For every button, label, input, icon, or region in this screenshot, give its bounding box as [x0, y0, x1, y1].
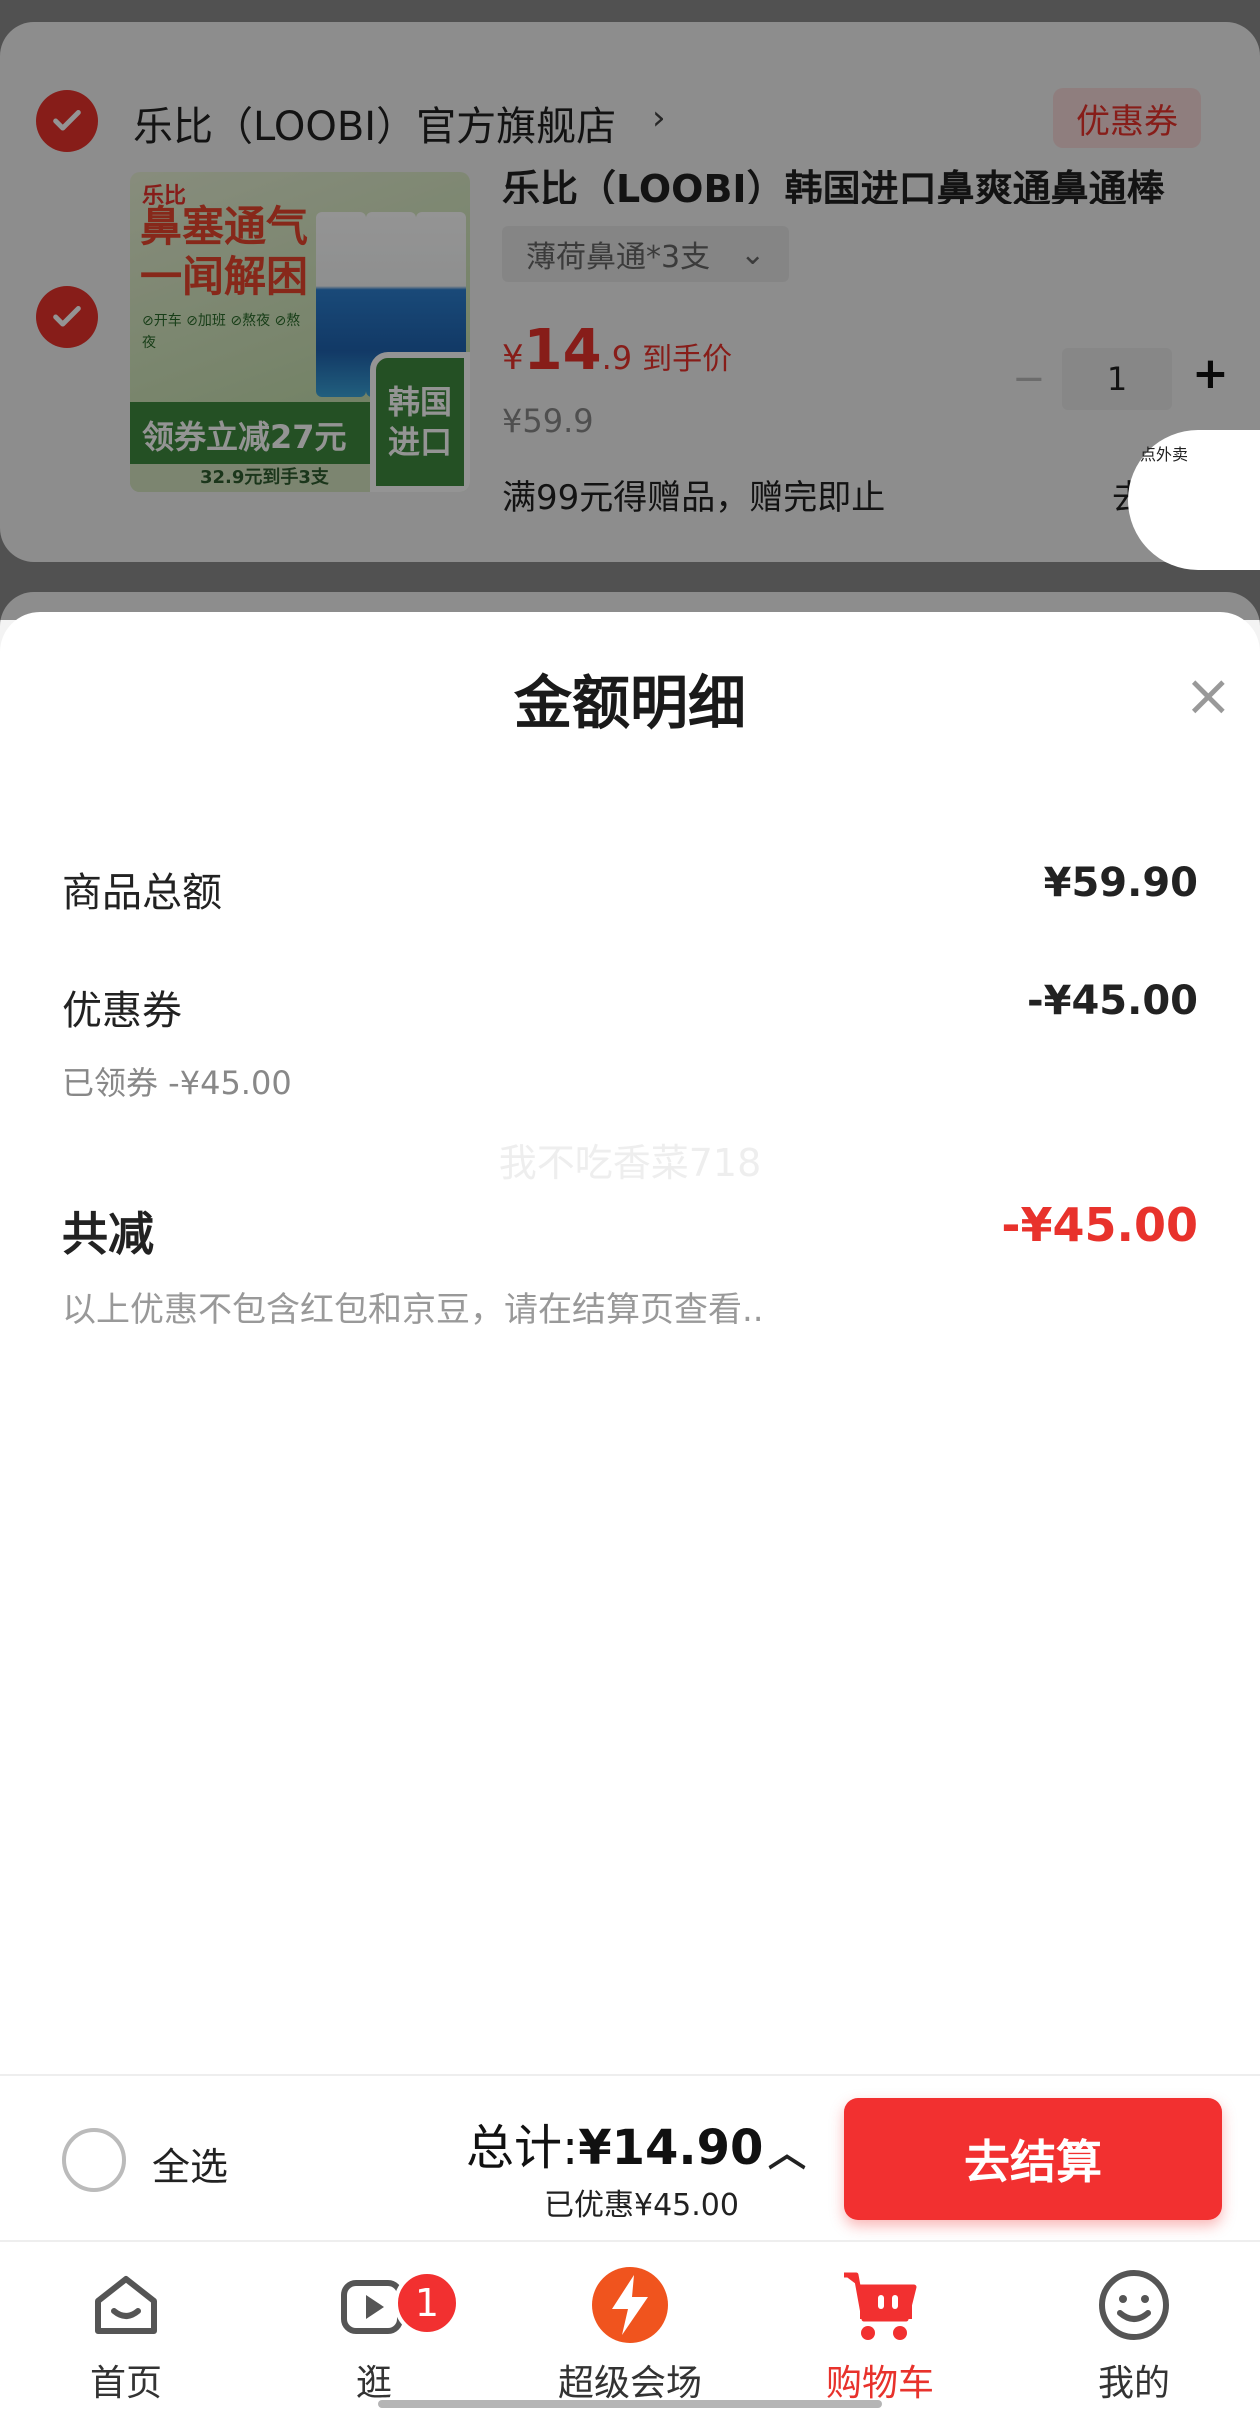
coupon-value: -¥45.00 — [1027, 978, 1198, 1024]
goods-total-label: 商品总额 — [62, 870, 222, 916]
checkout-bar: 全选 总计:¥14.90 已优惠¥45.00 ︿ 去结算 — [0, 2074, 1260, 2240]
tab-super-venue[interactable]: 超级会场 — [530, 2260, 730, 2406]
tab-label: 首页 — [89, 2363, 162, 2404]
total-reduction-value: -¥45.00 — [1001, 1198, 1198, 1252]
coupon-label: 优惠券 — [62, 988, 182, 1034]
total-prefix: 总计: — [466, 2120, 579, 2176]
profile-icon — [1034, 2260, 1234, 2350]
tab-label: 购物车 — [825, 2363, 934, 2404]
sheet-title: 金额明细 — [513, 669, 746, 737]
checkout-button[interactable]: 去结算 — [844, 2098, 1222, 2220]
total-amount: ¥14.90 — [578, 2120, 764, 2176]
modal-backdrop[interactable] — [0, 0, 1260, 620]
home-icon — [26, 2260, 226, 2350]
tab-label: 逛 — [355, 2363, 392, 2404]
tab-browse[interactable]: 逛 1 — [274, 2260, 474, 2406]
notification-badge: 1 — [394, 2270, 460, 2336]
total-price: 总计:¥14.90 — [466, 2108, 763, 2178]
select-all-label[interactable]: 全选 — [152, 2136, 228, 2191]
tab-label: 我的 — [1097, 2363, 1170, 2404]
coupon-claimed-note: 已领券 -¥45.00 — [62, 1064, 292, 1102]
bottom-tab-bar: 首页 逛 1 超级会场 购物车 我的 — [0, 2240, 1260, 2416]
tab-home[interactable]: 首页 — [26, 2260, 226, 2406]
total-reduction-label: 共减 — [62, 1207, 154, 1261]
saved-amount: 已优惠¥45.00 — [544, 2188, 739, 2223]
watermark: 我不吃香菜718 — [498, 1141, 762, 1185]
tab-cart[interactable]: 购物车 — [780, 2260, 980, 2406]
home-indicator — [378, 2400, 882, 2408]
discount-note: 以上优惠不包含红包和京豆，请在结算页查看.. — [62, 1290, 764, 1330]
goods-total-value: ¥59.90 — [1043, 860, 1198, 906]
select-all-checkbox[interactable] — [62, 2128, 126, 2192]
tab-label: 超级会场 — [557, 2363, 702, 2404]
amount-detail-sheet: 金额明细 × 商品总额 ¥59.90 优惠券 -¥45.00 已领券 -¥45.… — [0, 612, 1260, 2082]
takeout-float-button[interactable]: 点外卖 — [1128, 430, 1260, 570]
cart-icon — [780, 2260, 980, 2350]
chevron-up-icon[interactable]: ︿ — [768, 2122, 806, 2177]
tab-profile[interactable]: 我的 — [1034, 2260, 1234, 2406]
close-icon[interactable]: × — [1184, 666, 1233, 724]
flash-sale-icon — [530, 2260, 730, 2350]
takeout-label: 点外卖 — [1140, 445, 1189, 464]
